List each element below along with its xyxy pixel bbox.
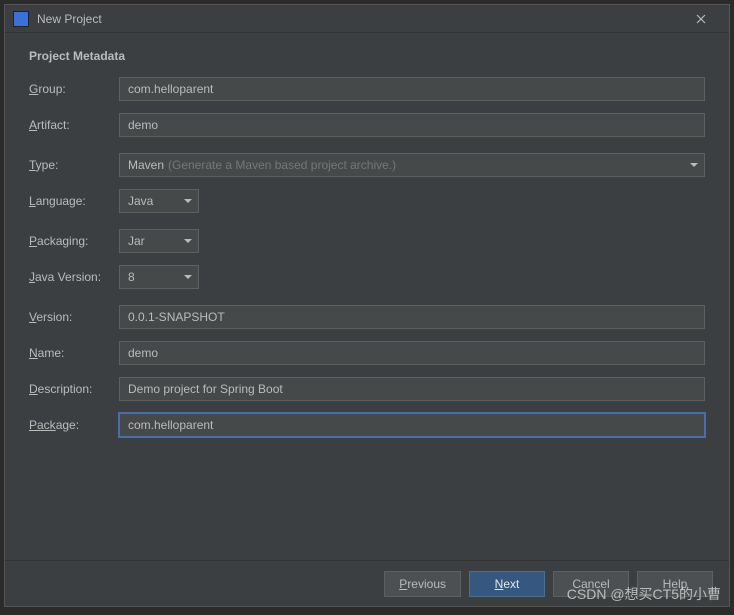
help-button[interactable]: Help bbox=[637, 571, 713, 597]
java-version-value: 8 bbox=[128, 270, 135, 284]
label-packaging: Packaging: bbox=[29, 234, 119, 248]
row-group: Group: bbox=[29, 77, 705, 101]
row-artifact: Artifact: bbox=[29, 113, 705, 137]
label-language: Language: bbox=[29, 194, 119, 208]
label-artifact: Artifact: bbox=[29, 118, 119, 132]
label-type: Type: bbox=[29, 158, 119, 172]
next-button[interactable]: Next bbox=[469, 571, 545, 597]
type-hint: (Generate a Maven based project archive.… bbox=[168, 158, 396, 172]
type-value: Maven bbox=[128, 158, 164, 172]
chevron-down-icon bbox=[184, 239, 192, 243]
chevron-down-icon bbox=[690, 163, 698, 167]
group-input[interactable] bbox=[119, 77, 705, 101]
name-input[interactable] bbox=[119, 341, 705, 365]
row-package: Package: bbox=[29, 413, 705, 437]
row-type: Type: Maven (Generate a Maven based proj… bbox=[29, 153, 705, 177]
chevron-down-icon bbox=[184, 199, 192, 203]
label-group: Group: bbox=[29, 82, 119, 96]
row-name: Name: bbox=[29, 341, 705, 365]
footer: Previous Next Cancel Help bbox=[5, 560, 729, 606]
content-area: Project Metadata Group: Artifact: Type: … bbox=[5, 33, 729, 560]
description-input[interactable] bbox=[119, 377, 705, 401]
type-select[interactable]: Maven (Generate a Maven based project ar… bbox=[119, 153, 705, 177]
language-value: Java bbox=[128, 194, 153, 208]
packaging-value: Jar bbox=[128, 234, 145, 248]
package-input[interactable] bbox=[119, 413, 705, 437]
packaging-select[interactable]: Jar bbox=[119, 229, 199, 253]
row-packaging: Packaging: Jar bbox=[29, 229, 705, 253]
language-select[interactable]: Java bbox=[119, 189, 199, 213]
row-java-version: Java Version: 8 bbox=[29, 265, 705, 289]
label-description: Description: bbox=[29, 382, 119, 396]
chevron-down-icon bbox=[184, 275, 192, 279]
label-version: Version: bbox=[29, 310, 119, 324]
label-java-version: Java Version: bbox=[29, 270, 119, 284]
cancel-button[interactable]: Cancel bbox=[553, 571, 629, 597]
previous-button[interactable]: Previous bbox=[384, 571, 461, 597]
row-language: Language: Java bbox=[29, 189, 705, 213]
section-title: Project Metadata bbox=[29, 49, 705, 63]
app-icon bbox=[13, 11, 29, 27]
close-button[interactable] bbox=[681, 5, 721, 33]
close-icon bbox=[696, 14, 706, 24]
java-version-select[interactable]: 8 bbox=[119, 265, 199, 289]
artifact-input[interactable] bbox=[119, 113, 705, 137]
window-title: New Project bbox=[37, 12, 681, 26]
version-input[interactable] bbox=[119, 305, 705, 329]
label-name: Name: bbox=[29, 346, 119, 360]
titlebar: New Project bbox=[5, 5, 729, 33]
new-project-dialog: New Project Project Metadata Group: Arti… bbox=[4, 4, 730, 607]
row-version: Version: bbox=[29, 305, 705, 329]
row-description: Description: bbox=[29, 377, 705, 401]
label-package: Package: bbox=[29, 418, 119, 432]
